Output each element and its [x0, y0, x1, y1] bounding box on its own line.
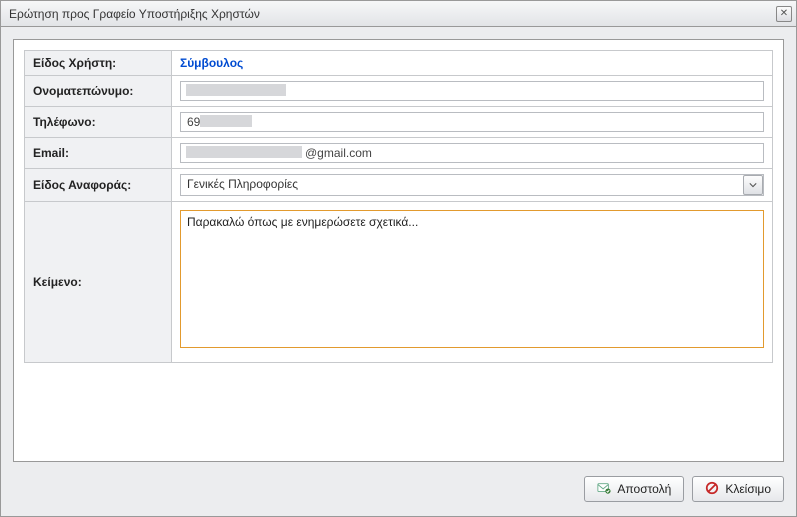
value-usertype: Σύμβουλος: [180, 56, 243, 70]
mail-send-icon: [597, 481, 611, 498]
form-table: Είδος Χρήστη: Σύμβουλος Ονοματεπώνυμο: Τ…: [24, 50, 773, 363]
reporttype-select[interactable]: Γενικές Πληροφορίες: [180, 174, 764, 196]
form-panel: Είδος Χρήστη: Σύμβουλος Ονοματεπώνυμο: Τ…: [13, 39, 784, 462]
label-reporttype: Είδος Αναφοράς:: [25, 169, 172, 202]
label-phone: Τηλέφωνο:: [25, 107, 172, 138]
button-bar: Αποστολή Κλείσιμο: [13, 472, 784, 506]
message-textarea[interactable]: [180, 210, 764, 348]
phone-input[interactable]: [180, 112, 764, 132]
send-button[interactable]: Αποστολή: [584, 476, 684, 502]
close-button[interactable]: Κλείσιμο: [692, 476, 784, 502]
label-text: Κείμενο:: [25, 202, 172, 363]
titlebar: Ερώτηση προς Γραφείο Υποστήριξης Χρηστών…: [1, 1, 796, 27]
row-reporttype: Είδος Αναφοράς: Γενικές Πληροφορίες: [25, 169, 773, 202]
label-email: Email:: [25, 138, 172, 169]
dialog-window: Ερώτηση προς Γραφείο Υποστήριξης Χρηστών…: [0, 0, 797, 517]
send-button-label: Αποστολή: [617, 482, 671, 496]
window-close-button[interactable]: ✕: [776, 6, 792, 22]
close-icon: ✕: [780, 1, 788, 27]
email-input[interactable]: [180, 143, 764, 163]
window-title: Ερώτηση προς Γραφείο Υποστήριξης Χρηστών: [9, 1, 260, 27]
prohibit-icon: [705, 481, 719, 498]
spacer: [24, 363, 773, 483]
close-button-label: Κλείσιμο: [725, 482, 771, 496]
row-phone: Τηλέφωνο:: [25, 107, 773, 138]
label-usertype: Είδος Χρήστη:: [25, 51, 172, 76]
row-email: Email:: [25, 138, 773, 169]
fullname-input[interactable]: [180, 81, 764, 101]
label-fullname: Ονοματεπώνυμο:: [25, 76, 172, 107]
row-text: Κείμενο:: [25, 202, 773, 363]
row-fullname: Ονοματεπώνυμο:: [25, 76, 773, 107]
row-usertype: Είδος Χρήστη: Σύμβουλος: [25, 51, 773, 76]
